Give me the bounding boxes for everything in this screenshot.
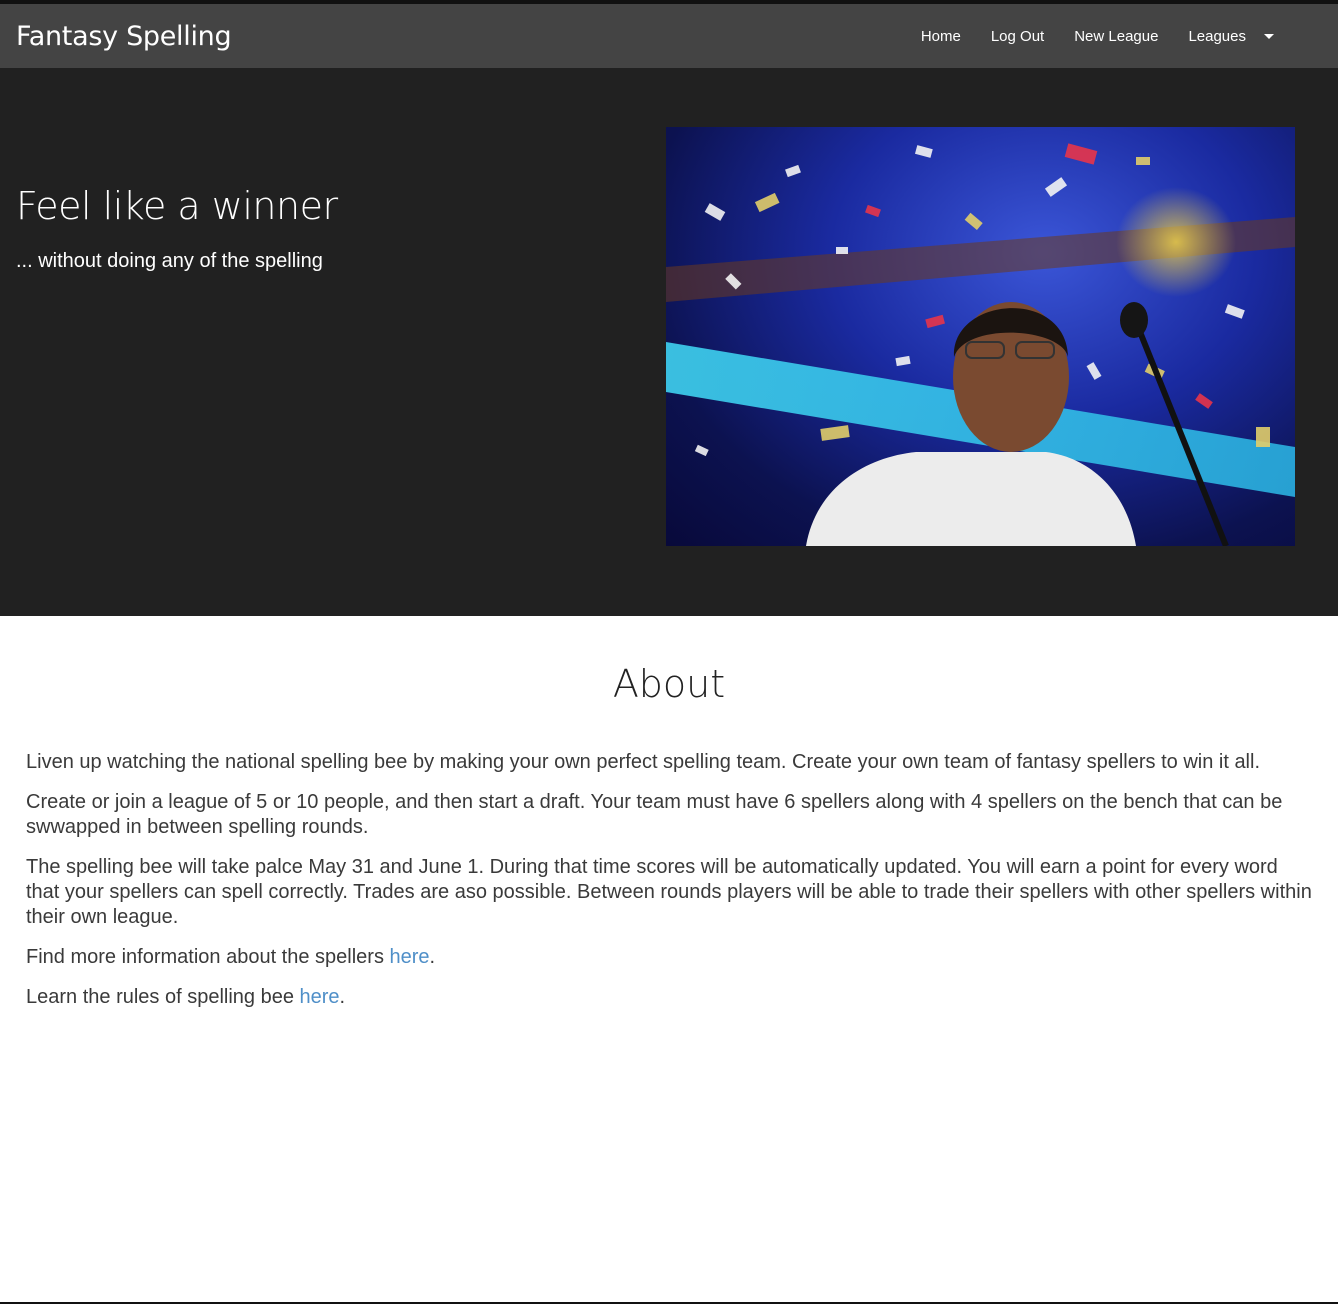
about-paragraph-2: Create or join a league of 5 or 10 peopl… bbox=[26, 791, 1283, 838]
photo-illustration bbox=[666, 143, 1295, 546]
navbar: Fantasy Spelling Home Log Out New League… bbox=[0, 4, 1338, 68]
spellers-info-text: Find more information about the spellers bbox=[26, 946, 390, 968]
page: Fantasy Spelling Home Log Out New League… bbox=[0, 0, 1338, 1304]
rules-text: Learn the rules of spelling bee bbox=[26, 986, 300, 1008]
about-title: About bbox=[612, 662, 726, 706]
caret-down-icon bbox=[1264, 33, 1274, 39]
about-paragraph-1: Liven up watching the national spelling … bbox=[26, 751, 1261, 773]
about-paragraph-4: Find more information about the spellers… bbox=[26, 945, 1312, 970]
nav-logout-link[interactable]: Log Out bbox=[991, 28, 1044, 45]
about-paragraph-5: Learn the rules of spelling bee here. bbox=[26, 985, 1312, 1010]
rules-link[interactable]: here bbox=[300, 986, 340, 1008]
brand-logo[interactable]: Fantasy Spelling bbox=[16, 21, 232, 52]
spellers-info-period: . bbox=[429, 946, 436, 968]
about-paragraph-3: The spelling bee will take palce May 31 … bbox=[26, 856, 1312, 928]
about-section: About Liven up watching the national spe… bbox=[0, 616, 1338, 1010]
leagues-dropdown[interactable]: Leagues bbox=[1188, 28, 1274, 45]
nav-links: Home Log Out New League Leagues bbox=[891, 28, 1274, 45]
rules-period: . bbox=[339, 986, 346, 1008]
hero-title: Feel like a winner bbox=[16, 184, 338, 228]
nav-new-league-link[interactable]: New League bbox=[1074, 28, 1158, 45]
hero-text: Feel like a winner ... without doing any… bbox=[16, 184, 338, 273]
about-body: Liven up watching the national spelling … bbox=[26, 750, 1312, 1010]
nav-home-link[interactable]: Home bbox=[921, 28, 961, 45]
spellers-info-link[interactable]: here bbox=[390, 946, 430, 968]
hero-photo-spelling-bee-confetti bbox=[666, 127, 1295, 546]
hero-section: Feel like a winner ... without doing any… bbox=[0, 68, 1338, 616]
leagues-dropdown-label: Leagues bbox=[1188, 27, 1246, 45]
hero-subtitle: ... without doing any of the spelling bbox=[16, 250, 323, 272]
